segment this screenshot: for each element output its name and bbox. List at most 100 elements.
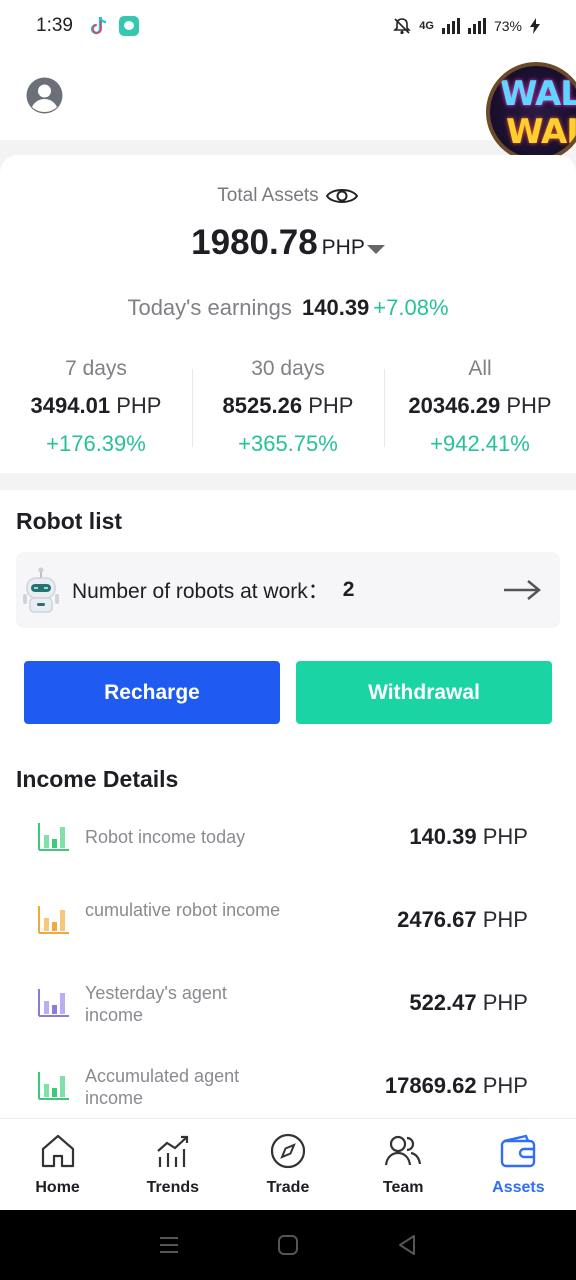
robots-at-work-row[interactable]: Number of robots at work： 2	[16, 552, 560, 628]
period-label: 30 days	[251, 357, 325, 380]
period-currency: PHP	[116, 393, 162, 418]
trends-icon	[157, 1135, 188, 1167]
bar-chart-icon	[38, 989, 69, 1017]
header: WAL WAL	[0, 52, 576, 162]
income-label: cumulative robot income	[85, 900, 281, 920]
home-icon	[41, 1134, 74, 1168]
currency-selector[interactable]: PHP	[322, 236, 365, 259]
total-assets-value: 1980.78 PHP	[0, 223, 576, 263]
total-assets-amount: 1980.78	[191, 223, 318, 262]
income-label: Accumulated agent income	[85, 1066, 240, 1108]
period-amount: 3494.01 PHP	[0, 393, 192, 419]
nav-label: Trade	[266, 1179, 310, 1196]
status-notification-icons	[89, 15, 139, 37]
period-pct: +176.39%	[46, 431, 146, 456]
nav-team[interactable]: Team	[346, 1119, 461, 1210]
total-assets-row: Total Assets	[0, 185, 576, 207]
nav-label: Team	[382, 1179, 424, 1196]
income-currency: PHP	[482, 990, 528, 1015]
robot-list-title: Robot list	[16, 508, 123, 534]
tiktok-icon	[90, 16, 107, 35]
status-bar: 1:39 4G 73%	[0, 0, 576, 52]
period-currency: PHP	[506, 393, 552, 418]
network-type: 4G	[419, 20, 434, 32]
period-30-days: 30 days 8525.26 PHP +365.75%	[192, 353, 384, 463]
period-all: All 20346.29 PHP +942.41%	[384, 353, 576, 463]
system-nav-bar	[0, 1210, 576, 1280]
income-value: 522.47 PHP	[409, 990, 528, 1016]
withdrawal-button[interactable]: Withdrawal	[296, 661, 552, 724]
bar-chart-icon	[38, 1072, 69, 1100]
income-amount: 522.47	[409, 990, 477, 1015]
mute-bell-icon	[393, 18, 412, 35]
robots-at-work-count: 2	[342, 578, 355, 601]
period-stats: 7 days 3494.01 PHP +176.39% 30 days 8525…	[0, 353, 576, 463]
main-content: Robot list Number of robots at work： 2 R…	[0, 490, 576, 1118]
income-amount: 2476.67	[397, 907, 477, 932]
nav-assets[interactable]: Assets	[461, 1119, 576, 1210]
signal-icon-2	[467, 18, 486, 34]
today-earnings-row: Today's earnings 140.39 +7.08%	[0, 295, 576, 321]
signal-icon	[441, 18, 460, 34]
nav-trends[interactable]: Trends	[115, 1119, 230, 1210]
period-label: 7 days	[65, 357, 127, 380]
avatar-icon[interactable]	[26, 77, 63, 114]
income-amount: 140.39	[409, 824, 477, 849]
wallet-icon	[501, 1134, 536, 1168]
period-pct: +365.75%	[238, 431, 338, 456]
recharge-button[interactable]: Recharge	[24, 661, 280, 724]
compass-icon	[270, 1133, 306, 1169]
income-label: Yesterday's agent income	[85, 983, 227, 1025]
status-time: 1:39	[36, 15, 73, 36]
assets-summary-card: Total Assets 1980.78 PHP Today's earnings…	[0, 155, 576, 473]
period-currency: PHP	[308, 393, 354, 418]
bottom-nav: Home Trends Trade Team Assets	[0, 1118, 576, 1210]
total-assets-label: Total Assets	[217, 185, 319, 206]
chat-app-icon	[118, 16, 139, 36]
arrow-right-icon[interactable]	[502, 578, 542, 602]
income-value: 17869.62 PHP	[385, 1073, 528, 1099]
nav-home[interactable]: Home	[0, 1119, 115, 1210]
income-item-cumulative-robot: cumulative robot income 2476.67 PHP	[0, 891, 576, 974]
today-earnings-value: 140.39	[302, 295, 370, 320]
income-details-title: Income Details	[16, 766, 179, 792]
status-right: 4G 73%	[393, 17, 540, 35]
team-icon	[385, 1135, 422, 1166]
income-currency: PHP	[482, 824, 528, 849]
period-pct: +942.41%	[430, 431, 530, 456]
today-earnings-label: Today's earnings	[127, 295, 292, 320]
income-item-robot-today: Robot income today 140.39 PHP	[0, 808, 576, 891]
eye-icon[interactable]	[325, 185, 359, 207]
income-currency: PHP	[482, 1073, 528, 1098]
period-7-days: 7 days 3494.01 PHP +176.39%	[0, 353, 192, 463]
home-button-icon[interactable]	[276, 1233, 300, 1257]
nav-label: Trends	[146, 1179, 200, 1196]
period-value: 3494.01	[30, 393, 111, 418]
period-amount: 20346.29 PHP	[384, 393, 576, 419]
period-value: 20346.29	[408, 393, 501, 418]
income-item-yesterday-agent: Yesterday's agent income 522.47 PHP	[0, 974, 576, 1057]
charging-icon	[530, 18, 540, 34]
robot-icon	[23, 567, 59, 613]
income-label: Robot income today	[85, 827, 246, 847]
period-amount: 8525.26 PHP	[192, 393, 384, 419]
income-value: 2476.67 PHP	[397, 907, 528, 933]
today-earnings-pct: +7.08%	[373, 295, 449, 320]
nav-label: Assets	[492, 1179, 545, 1196]
income-amount: 17869.62	[384, 1073, 477, 1098]
bar-chart-icon	[38, 906, 69, 934]
wal-wal-sticker-image[interactable]: WAL WAL	[486, 62, 576, 162]
back-icon[interactable]	[395, 1233, 419, 1257]
nav-label: Home	[35, 1179, 80, 1196]
income-currency: PHP	[482, 907, 528, 932]
period-value: 8525.26	[222, 393, 303, 418]
income-value: 140.39 PHP	[409, 824, 528, 850]
nav-trade[interactable]: Trade	[230, 1119, 345, 1210]
income-list: Robot income today 140.39 PHP cumulative…	[0, 808, 576, 1140]
battery-level: 73%	[493, 18, 522, 34]
bar-chart-icon	[38, 823, 69, 851]
period-label: All	[468, 357, 492, 380]
recent-apps-icon[interactable]	[157, 1233, 181, 1257]
robots-at-work-label: Number of robots at work：	[72, 580, 329, 603]
caret-down-icon[interactable]	[366, 245, 385, 255]
